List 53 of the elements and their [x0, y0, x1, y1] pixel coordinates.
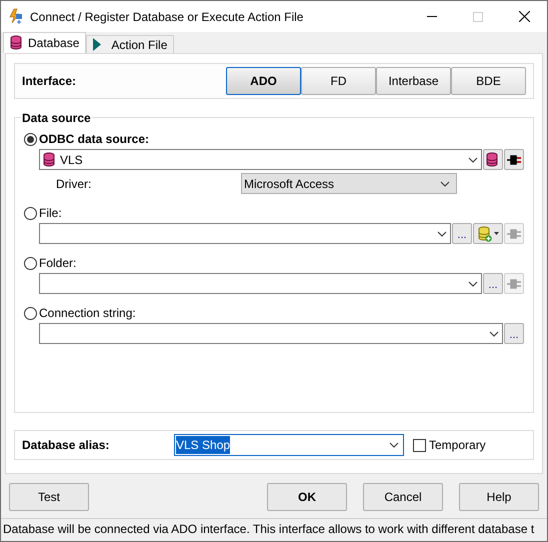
interface-toggle[interactable]: FD [301, 67, 376, 95]
alias-label: Database alias: [22, 437, 110, 454]
interface-label: Interface: [22, 73, 78, 90]
source-label: Folder: [39, 255, 76, 272]
lightning-database-icon [8, 8, 24, 26]
source-label: ODBC data source: [39, 131, 150, 148]
radio-button[interactable] [24, 206, 37, 220]
status-text: Database will be connected via ADO interface. This interface allows to work with different database t [3, 520, 534, 538]
driver-select[interactable]: Microsoft Access [241, 173, 457, 194]
interface-toggle[interactable]: Interbase [376, 67, 451, 95]
driver-label: Driver: [56, 176, 92, 192]
maximize-icon [473, 12, 483, 22]
dialog-button[interactable]: Cancel [363, 483, 443, 511]
add-database-button[interactable] [473, 223, 503, 244]
alias-combo[interactable]: VLS Shop [174, 434, 404, 456]
database-icon [486, 152, 500, 168]
source-label: File: [39, 205, 62, 222]
close-icon [518, 11, 530, 22]
minimize-icon [427, 16, 437, 17]
caret-icon [494, 232, 498, 235]
temporary-checkbox[interactable] [413, 438, 426, 452]
tab[interactable]: Action File [86, 35, 174, 53]
dialog-button[interactable]: Help [459, 483, 539, 511]
interface-toggle[interactable]: BDE [451, 67, 526, 95]
dialog-button[interactable]: Test [9, 483, 89, 511]
alias-value: VLS Shop [176, 436, 230, 454]
window-title: Connect / Register Database or Execute Action File [30, 8, 304, 26]
source-combo[interactable] [39, 273, 482, 294]
browse-button[interactable]: ... [452, 223, 472, 244]
browse-button[interactable]: ... [483, 273, 503, 294]
database-add-icon [478, 226, 492, 242]
radio-button[interactable] [24, 256, 37, 270]
driver-value: Microsoft Access [244, 176, 336, 192]
plug-icon [506, 228, 522, 240]
plug-icon [506, 278, 522, 290]
radio-button[interactable] [24, 132, 37, 146]
radio-button[interactable] [24, 306, 37, 320]
database-icon [10, 35, 24, 51]
database-icon [43, 152, 57, 168]
play-icon [93, 38, 102, 51]
temporary-label: Temporary [429, 437, 486, 454]
dialog-button[interactable]: OK [267, 483, 347, 511]
interface-toggle[interactable]: ADO [226, 67, 301, 95]
browse-button[interactable]: ... [504, 323, 524, 344]
connect-button[interactable] [504, 149, 524, 170]
source-value: VLS [60, 152, 83, 168]
tab[interactable]: Database [3, 32, 86, 53]
source-combo[interactable]: VLS [39, 149, 482, 170]
database-button[interactable] [483, 149, 503, 170]
source-combo[interactable] [39, 323, 503, 344]
plug-icon [506, 154, 522, 166]
source-combo[interactable] [39, 223, 451, 244]
source-label: Connection string: [39, 305, 136, 322]
